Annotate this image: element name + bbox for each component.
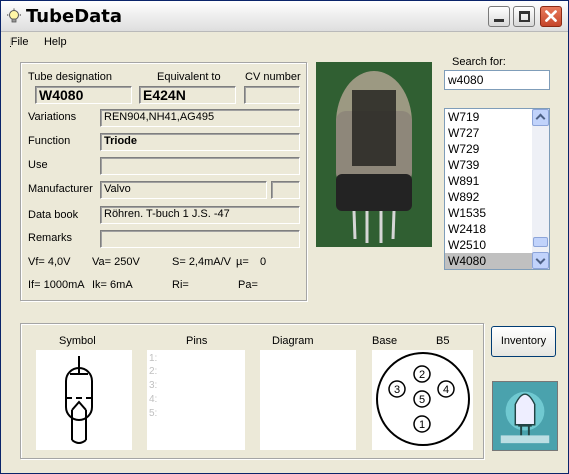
- filament-current-value: If= 1000mA: [28, 279, 85, 291]
- base-pin-label: 2: [419, 369, 425, 381]
- pin-number: 1:: [149, 353, 158, 364]
- pin-number: 5:: [149, 408, 158, 419]
- chevron-up-icon: [535, 113, 546, 124]
- base-diagram-icon: 1 2 3 4 5: [376, 352, 470, 446]
- menu-file[interactable]: FFile: [10, 36, 29, 48]
- tube-designation-label: Tube designation: [28, 71, 112, 83]
- base-label: Base: [372, 335, 398, 347]
- bulb-icon: [7, 8, 21, 23]
- tube-list[interactable]: W719 W727 W729 W739 W891 W892 W1535 W241…: [444, 108, 550, 270]
- tube-symbol: [65, 356, 93, 444]
- base-pin-label: 1: [419, 419, 425, 431]
- use-label: Use: [28, 159, 48, 171]
- menu-help-label: Help: [43, 36, 67, 48]
- chevron-down-icon: [535, 254, 546, 265]
- manufacturer-code-field[interactable]: [271, 181, 300, 199]
- vf-value: Vf= 4,0V: [28, 256, 71, 268]
- app-logo: [492, 381, 558, 451]
- base-pin-label: 4: [443, 384, 449, 396]
- scroll-up-button[interactable]: [532, 109, 549, 126]
- internal-resistance-label: Ri=: [172, 279, 189, 291]
- tube-photo: [316, 62, 432, 247]
- base-type-label: B5: [436, 335, 450, 347]
- function-field[interactable]: Triode: [100, 133, 300, 151]
- minimize-icon: [494, 19, 504, 22]
- pins-panel: 1: 2: 3: 4: 5:: [147, 350, 245, 450]
- base-pin-label: 3: [394, 384, 400, 396]
- maximize-icon: [519, 11, 530, 22]
- data-book-field[interactable]: Röhren. T-buch 1 J.S. -47: [100, 206, 300, 224]
- close-button[interactable]: [540, 6, 562, 27]
- plate-dissipation-label: Pa=: [238, 279, 258, 291]
- remarks-field[interactable]: [100, 230, 300, 248]
- remarks-label: Remarks: [28, 232, 73, 244]
- pin-number: 3:: [149, 380, 158, 391]
- menu-file-label: File: [10, 36, 29, 48]
- variations-field[interactable]: REN904,NH41,AG495: [100, 109, 300, 127]
- list-scrollbar[interactable]: [532, 109, 549, 269]
- mu-value: 0: [260, 256, 267, 268]
- manufacturer-field[interactable]: Valvo: [100, 181, 267, 199]
- title-bar[interactable]: TubeData: [1, 1, 568, 32]
- tube-designation-field[interactable]: W4080: [35, 86, 132, 104]
- symbol-panel: [36, 350, 132, 450]
- variations-label: Variations: [28, 111, 77, 123]
- search-label: Search for:: [452, 56, 506, 68]
- base-panel: 1 2 3 4 5: [372, 350, 473, 450]
- window-title: TubeData: [26, 6, 123, 27]
- menu-help[interactable]: HHelp: [43, 36, 67, 48]
- pins-label: Pins: [186, 335, 208, 347]
- function-label: Function: [28, 135, 71, 147]
- diagram-panel: [260, 350, 356, 450]
- pin-number: 4:: [149, 394, 158, 405]
- va-value: Va= 250V: [92, 256, 140, 268]
- inventory-button[interactable]: Inventory: [491, 326, 556, 357]
- maximize-button[interactable]: [513, 6, 535, 27]
- close-icon: [545, 10, 557, 22]
- cv-number-label: CV number: [245, 71, 301, 83]
- data-book-label: Data book: [28, 209, 79, 221]
- search-input[interactable]: w4080: [444, 70, 550, 90]
- scroll-down-button[interactable]: [532, 252, 549, 269]
- menu-bar: FFile HHelp: [1, 33, 568, 53]
- transconductance-value: S= 2,4mA/V: [172, 256, 232, 268]
- cathode-current-value: Ik= 6mA: [92, 279, 133, 291]
- scroll-thumb[interactable]: [533, 237, 548, 247]
- use-field[interactable]: [100, 157, 300, 175]
- cv-number-field[interactable]: [244, 86, 300, 104]
- equivalent-to-field[interactable]: E424N: [139, 86, 236, 104]
- symbol-label: Symbol: [59, 335, 96, 347]
- diagram-label: Diagram: [272, 335, 314, 347]
- mu-label: µ=: [236, 256, 249, 268]
- base-pin-label: 5: [419, 394, 425, 406]
- pin-number: 2:: [149, 366, 158, 377]
- equivalent-to-label: Equivalent to: [157, 71, 221, 83]
- manufacturer-label: Manufacturer: [28, 183, 93, 195]
- main-window: TubeData FFile HHelp Tube designation Eq…: [0, 0, 569, 474]
- minimize-button[interactable]: [488, 6, 510, 27]
